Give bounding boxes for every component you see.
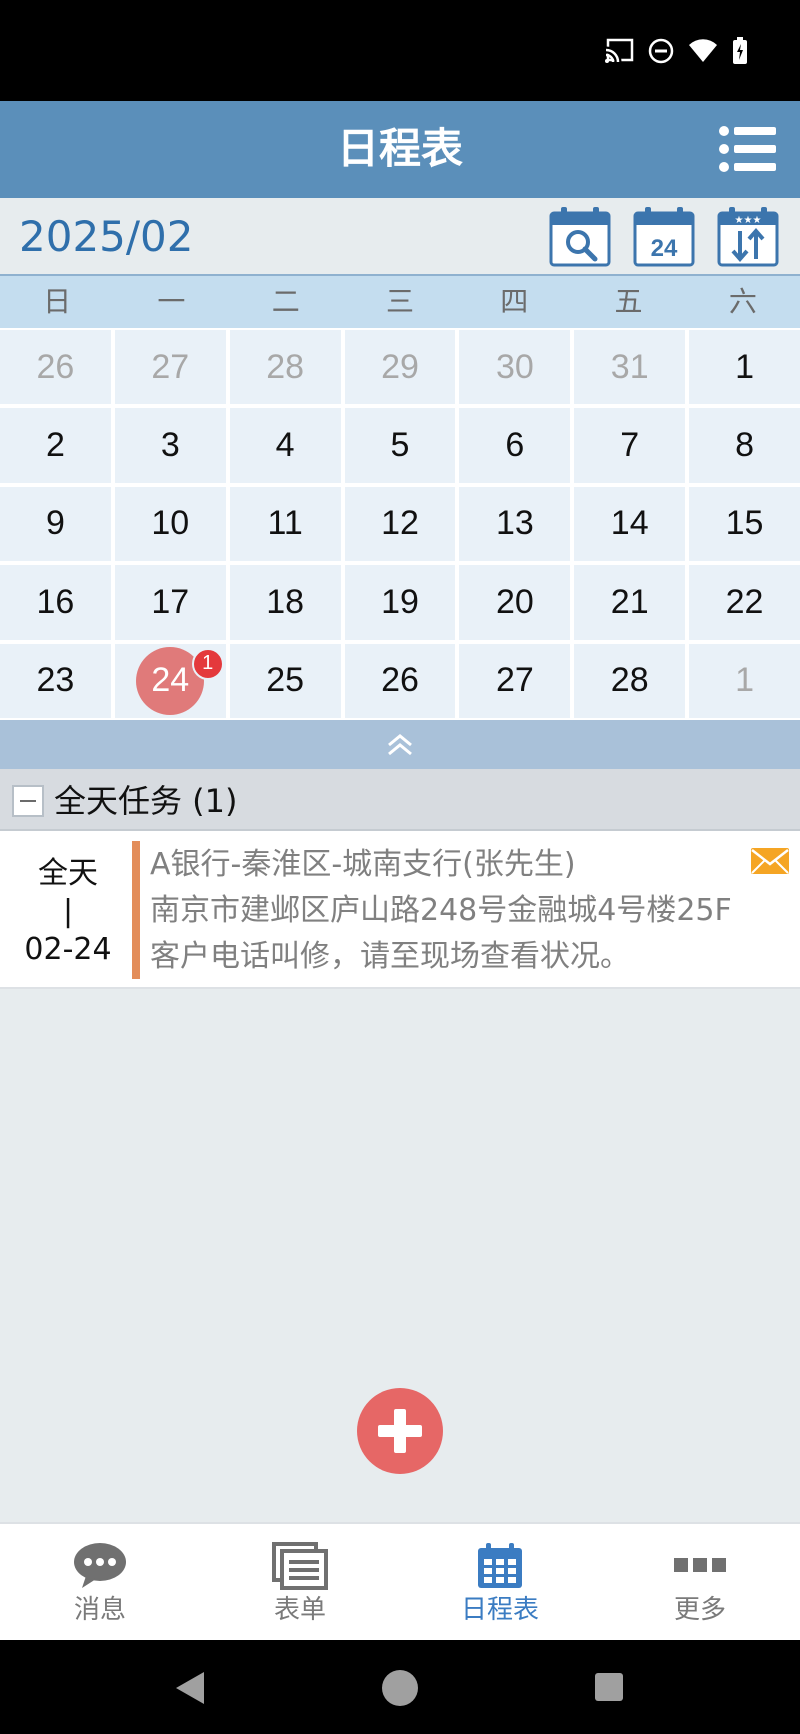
calendar-day-cell[interactable]: 4 [229,408,341,483]
calendar-day-cell[interactable]: 12 [344,486,456,562]
nav-label: 消息 [73,1595,126,1625]
mail-icon[interactable] [750,847,790,879]
calendar-day-cell[interactable]: 3 [114,408,226,483]
calendar-day-cell[interactable]: 23 [0,643,111,718]
status-icons [604,36,748,66]
recents-icon[interactable] [593,1671,625,1703]
status-bar [0,0,800,101]
month-bar: 2025/02 24 ★★★ [0,198,800,276]
bottom-nav: 消息 表单 日程表 更多 [0,1522,800,1640]
calendar-day-cell[interactable]: 28 [574,643,686,718]
calendar-day-cell[interactable]: 13 [459,486,571,562]
event-count-badge: 1 [191,647,224,680]
app-header: 日程表 [0,101,800,198]
forms-icon [272,1542,328,1590]
calendar-day-cell[interactable]: 25 [229,643,341,718]
list-menu-icon [719,126,776,172]
calendar-day-cell[interactable]: 10 [114,486,226,562]
calendar-today-icon: 24 [633,207,695,267]
sort-calendar-button[interactable]: ★★★ [717,205,779,267]
calendar-day-cell[interactable]: 29 [344,330,456,405]
nav-label: 日程表 [460,1595,539,1625]
nav-label: 表单 [273,1595,326,1625]
task-item[interactable]: 全天 | 02-24 A银行-秦淮区-城南支行(张先生) 南京市建邺区庐山路24… [0,831,800,989]
wifi-icon [689,39,717,62]
home-icon[interactable] [380,1668,420,1708]
calendar-day-cell[interactable]: 5 [344,408,456,483]
calendar-day-cell[interactable]: 27 [114,330,226,405]
calendar-day-cell[interactable]: 9 [0,486,111,562]
calendar-day-cell[interactable]: 26 [0,330,111,405]
calendar-day-cell[interactable]: 16 [0,565,111,640]
chat-bubble-icon [74,1543,126,1588]
calendar-grid-icon [478,1543,522,1588]
month-label[interactable]: 2025/02 [19,213,193,261]
task-time-allday: 全天 [38,856,98,891]
weekday-header: 日 一 二 三 四 五 六 [0,276,800,328]
all-day-section-header[interactable]: 全天任务 (1) [0,769,800,831]
section-title: 全天任务 (1) [54,782,238,820]
nav-more[interactable]: 更多 [600,1524,800,1640]
calendar-day-cell[interactable]: 27 [459,643,571,718]
calendar-day-cell[interactable]: 1 [689,643,800,718]
weekday-wed: 三 [385,285,414,318]
task-time-date: 02-24 [24,932,112,967]
nav-messages[interactable]: 消息 [0,1524,200,1640]
calendar-day-cell[interactable]: 31 [574,330,686,405]
calendar-search-icon [549,207,611,267]
do-not-disturb-icon [648,38,674,64]
today-tool-label: 24 [651,235,678,262]
weekday-sat: 六 [728,285,757,318]
today-button[interactable]: 24 [633,205,695,267]
search-calendar-button[interactable] [549,205,611,267]
collapse-calendar-button[interactable] [0,720,800,769]
weekday-fri: 五 [614,285,643,318]
calendar-day-cell[interactable]: 22 [689,565,800,640]
add-event-button[interactable] [357,1388,443,1474]
calendar-day-cell[interactable]: 26 [344,643,456,718]
back-icon[interactable] [172,1670,208,1706]
calendar-day-cell[interactable]: 6 [459,408,571,483]
plus-icon [378,1409,422,1453]
calendar-day-cell[interactable]: 21 [574,565,686,640]
task-accent-bar [132,841,140,979]
calendar-day-cell[interactable]: 30 [459,330,571,405]
calendar-grid: 26 27 28 29 30 31 1 2 3 4 5 6 7 8 9 10 11 12 13 14 15 16 17 18 1… [0,328,800,720]
nav-label: 更多 [673,1595,726,1625]
battery-icon [733,37,747,64]
menu-button[interactable] [718,123,778,175]
calendar-sort-icon: ★★★ [717,207,779,267]
weekday-mon: 一 [157,285,186,318]
task-title: A银行-秦淮区-城南支行(张先生) [150,847,576,882]
weekday-sun: 日 [43,285,72,318]
weekday-tue: 二 [271,285,300,318]
calendar-day-cell[interactable]: 11 [229,486,341,562]
system-nav-bar [0,1640,800,1734]
calendar-day-cell[interactable]: 24 1 [114,643,226,718]
calendar-day-cell[interactable]: 18 [229,565,341,640]
page-title: 日程表 [336,124,463,173]
nav-schedule[interactable]: 日程表 [400,1524,600,1640]
calendar-day-cell[interactable]: 19 [344,565,456,640]
calendar-day-cell[interactable]: 2 [0,408,111,483]
calendar-day-cell[interactable]: 1 [689,330,800,405]
calendar-day-cell[interactable]: 28 [229,330,341,405]
calendar-day-cell[interactable]: 17 [114,565,226,640]
task-time: 全天 | 02-24 [0,855,136,969]
chevron-double-up-icon [388,733,412,755]
collapse-toggle-icon[interactable] [12,785,44,817]
svg-text:★★★: ★★★ [735,215,762,226]
more-dots-icon [674,1558,726,1572]
calendar-day-cell[interactable]: 8 [689,408,800,483]
cast-icon [605,38,634,63]
calendar-day-cell[interactable]: 7 [574,408,686,483]
nav-forms[interactable]: 表单 [200,1524,400,1640]
weekday-thu: 四 [500,285,529,318]
task-address: 南京市建邺区庐山路248号金融城4号楼25F [150,893,732,928]
calendar-day-cell[interactable]: 20 [459,565,571,640]
calendar-day-cell[interactable]: 15 [689,486,800,562]
calendar-day-cell[interactable]: 14 [574,486,686,562]
task-description: 客户电话叫修，请至现场查看状况。 [150,939,630,974]
task-time-separator: | [62,894,74,929]
